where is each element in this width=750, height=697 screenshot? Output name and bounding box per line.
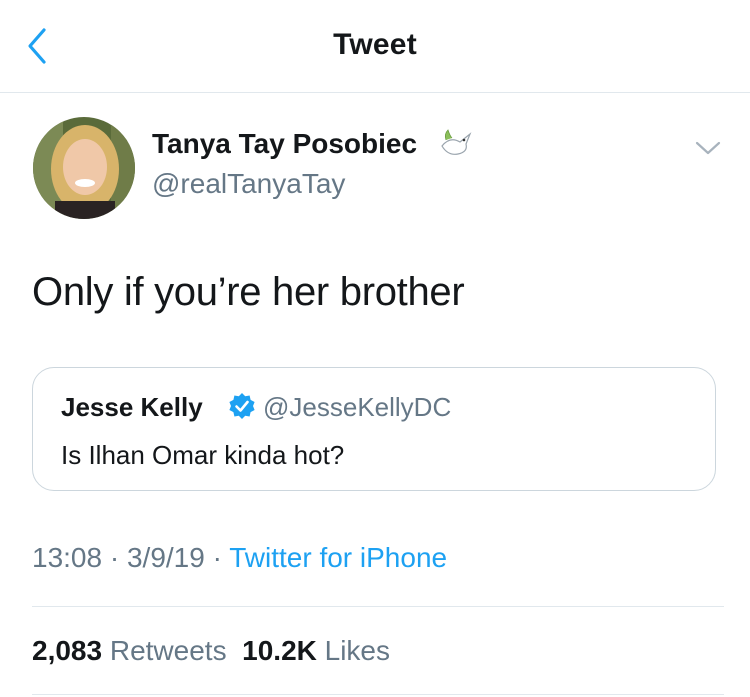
likes-count: 10.2K bbox=[242, 635, 317, 666]
author-handle[interactable]: @realTanyaTay bbox=[152, 168, 345, 200]
page-title: Tweet bbox=[333, 28, 417, 61]
retweets-label: Retweets bbox=[109, 635, 227, 666]
quoted-tweet[interactable]: Jesse Kelly @JesseKellyDC Is Ilhan Omar … bbox=[32, 367, 716, 491]
verified-badge-icon bbox=[228, 392, 256, 420]
tweet-source-link[interactable]: Twitter for iPhone bbox=[229, 542, 447, 573]
tweet-time: 13:08 bbox=[32, 542, 103, 573]
quoted-author-handle: @JesseKellyDC bbox=[263, 392, 452, 422]
top-bar: Tweet bbox=[0, 0, 750, 93]
retweets-count: 2,083 bbox=[32, 635, 103, 666]
divider bbox=[32, 606, 724, 607]
meta-separator: · bbox=[204, 542, 230, 573]
tweet-text: Only if you’re her brother bbox=[32, 270, 465, 314]
tweet-date: 3/9/19 bbox=[126, 542, 205, 573]
meta-separator: · bbox=[102, 542, 127, 573]
likes-stat[interactable]: 10.2K Likes bbox=[242, 635, 390, 667]
author-name[interactable]: Tanya Tay Posobiec bbox=[152, 128, 417, 160]
chevron-down-icon bbox=[695, 141, 721, 155]
avatar-photo bbox=[33, 117, 135, 219]
dove-emoji-icon bbox=[438, 126, 476, 164]
tweet-stats: 2,083 Retweets 10.2K Likes bbox=[32, 635, 390, 667]
divider bbox=[32, 694, 724, 695]
likes-label: Likes bbox=[324, 635, 391, 666]
retweets-stat[interactable]: 2,083 Retweets bbox=[32, 635, 227, 667]
tweet-metadata: 13:08 · 3/9/19 · Twitter for iPhone bbox=[32, 542, 447, 574]
quoted-author-name: Jesse Kelly bbox=[61, 392, 203, 422]
author-avatar[interactable] bbox=[33, 117, 135, 219]
more-options-button[interactable] bbox=[694, 138, 722, 158]
quoted-tweet-text: Is Ilhan Omar kinda hot? bbox=[61, 440, 345, 470]
